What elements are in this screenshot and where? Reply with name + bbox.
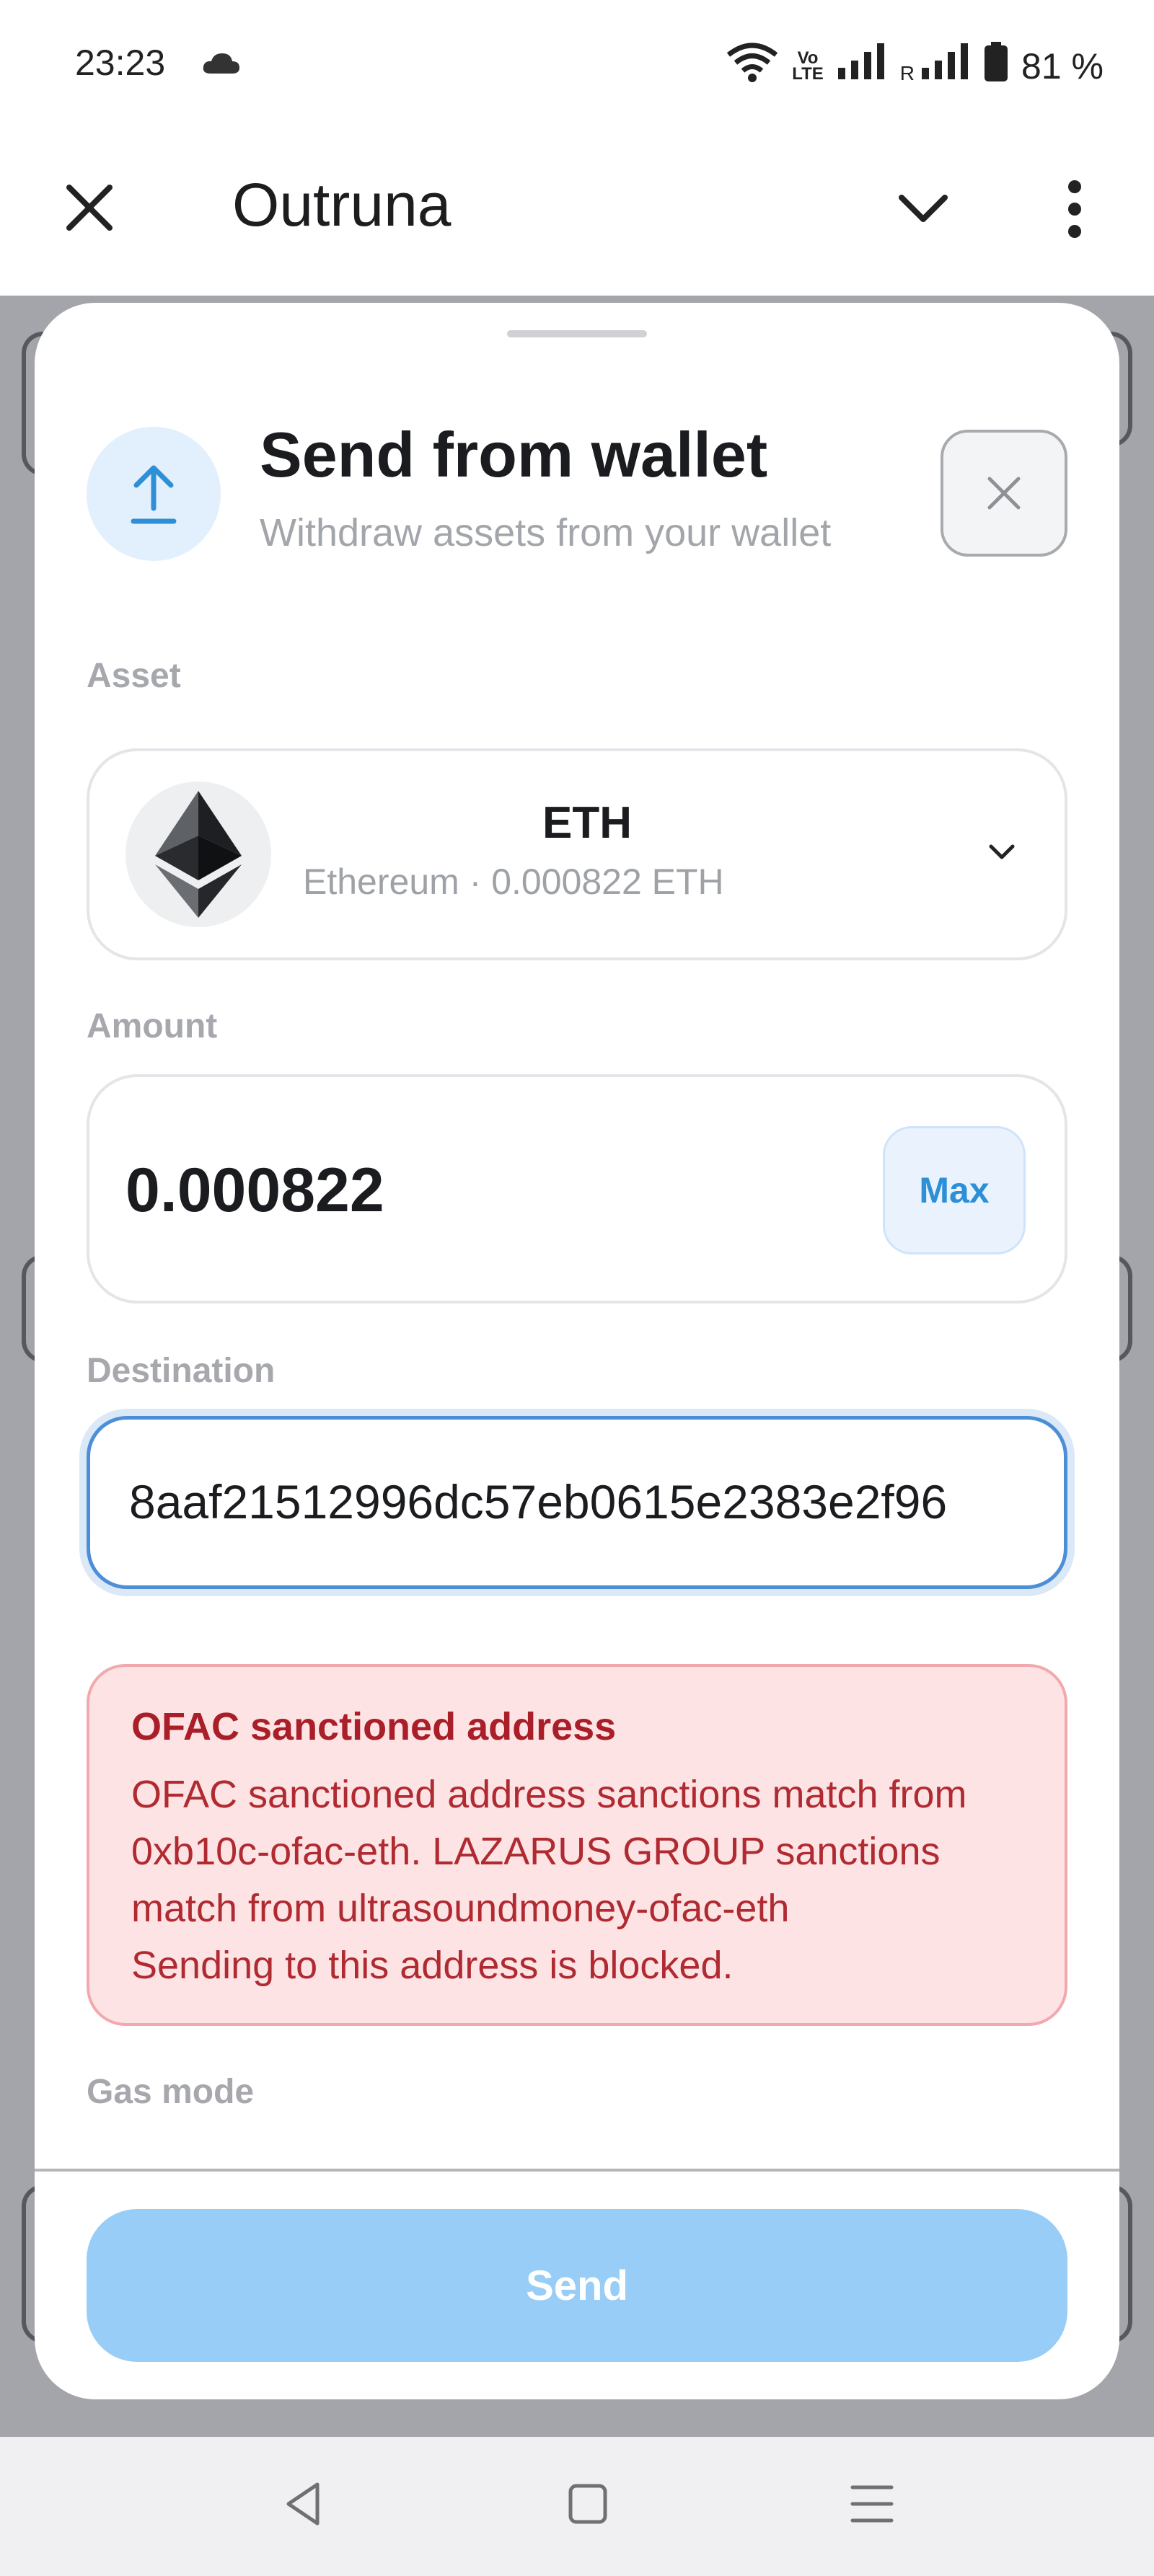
upload-icon <box>87 427 221 561</box>
gas-mode-label: Gas mode <box>87 2073 255 2111</box>
recents-menu-icon[interactable] <box>850 2482 894 2530</box>
chevron-down-icon[interactable] <box>894 187 952 231</box>
asset-select[interactable]: ETH Ethereum · 0.000822 ETH <box>87 748 1067 960</box>
battery-icon <box>984 42 1008 91</box>
back-icon[interactable] <box>281 2479 325 2533</box>
asset-detail: Ethereum · 0.000822 ETH <box>303 862 724 902</box>
signal-icon-2 <box>920 43 971 89</box>
alert-message: OFAC sanctioned address sanctions match … <box>131 1766 1054 1994</box>
max-button[interactable]: Max <box>883 1126 1026 1254</box>
alert-line: match from ultrasoundmoney-ofac-eth <box>131 1887 790 1930</box>
chevron-down-icon <box>984 838 1020 867</box>
sanction-alert: OFAC sanctioned address OFAC sanctioned … <box>87 1664 1067 2026</box>
roaming-indicator: R <box>899 62 915 84</box>
app-bar: Outruna <box>0 130 1154 296</box>
signal-icon <box>837 43 887 89</box>
send-sheet: Send from wallet Withdraw assets from yo… <box>35 303 1119 2399</box>
send-button[interactable]: Send <box>87 2209 1067 2362</box>
battery-percent: 81 % <box>1021 46 1104 87</box>
asset-label: Asset <box>87 657 181 695</box>
system-nav-bar <box>0 2437 1154 2576</box>
status-time: 23:23 <box>75 43 166 83</box>
ethereum-icon <box>125 782 271 927</box>
cloud-icon <box>202 50 241 79</box>
close-icon[interactable] <box>61 179 118 236</box>
asset-symbol: ETH <box>542 798 632 848</box>
app-title: Outruna <box>232 171 452 239</box>
home-icon[interactable] <box>566 2480 609 2531</box>
amount-input[interactable]: 0.000822 Max <box>87 1074 1067 1304</box>
volte-indicator: Vo LTE <box>792 48 824 84</box>
alert-line: OFAC sanctioned address sanctions match … <box>131 1773 967 1816</box>
close-icon <box>987 477 1021 510</box>
sheet-title: Send from wallet <box>260 419 768 490</box>
destination-input[interactable]: 8aaf21512996dc57eb0615e2383e2f96 <box>87 1416 1067 1589</box>
footer-divider <box>35 2169 1119 2172</box>
sheet-subtitle: Withdraw assets from your wallet <box>260 511 832 554</box>
alert-line: Sending to this address is blocked. <box>131 1944 734 1987</box>
wifi-icon <box>726 42 779 91</box>
sheet-drag-handle[interactable] <box>507 330 647 337</box>
alert-line: 0xb10c-ofac-eth. LAZARUS GROUP sanctions <box>131 1830 941 1873</box>
sheet-close-button[interactable] <box>941 430 1067 557</box>
alert-title: OFAC sanctioned address <box>131 1705 617 1748</box>
more-vert-icon[interactable] <box>1060 177 1089 242</box>
destination-label: Destination <box>87 1352 276 1390</box>
status-bar: 23:23 Vo LTE R 81 % <box>0 0 1154 130</box>
destination-value: 8aaf21512996dc57eb0615e2383e2f96 <box>129 1475 948 1528</box>
amount-label: Amount <box>87 1007 218 1045</box>
amount-value: 0.000822 <box>125 1156 384 1225</box>
